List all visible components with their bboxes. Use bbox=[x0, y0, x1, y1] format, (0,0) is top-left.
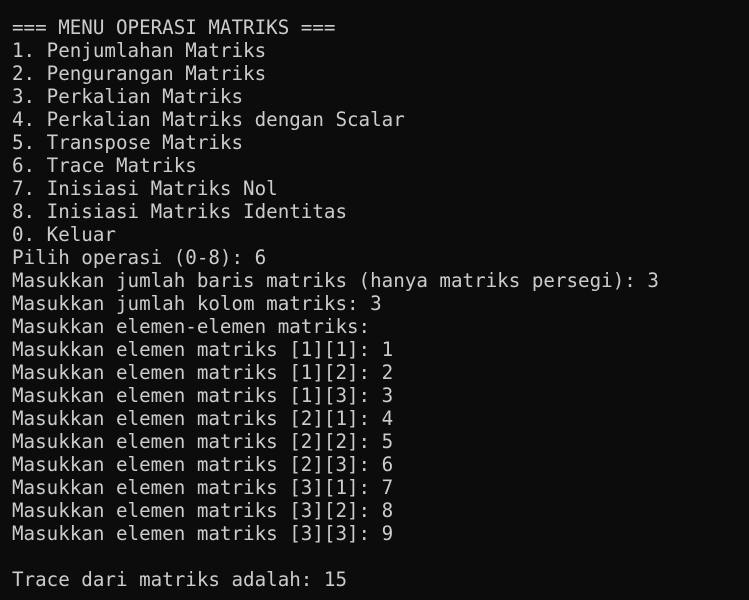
columns-prompt: Masukkan jumlah kolom matriks: 3 bbox=[12, 292, 382, 315]
menu-option-6: 6. Trace Matriks bbox=[12, 154, 197, 177]
element-prompt-2-1: Masukkan elemen matriks [2][1]: 4 bbox=[12, 407, 394, 430]
menu-option-1: 1. Penjumlahan Matriks bbox=[12, 39, 267, 62]
menu-option-0: 0. Keluar bbox=[12, 223, 116, 246]
element-prompt-1-3: Masukkan elemen matriks [1][3]: 3 bbox=[12, 384, 394, 407]
menu-option-4: 4. Perkalian Matriks dengan Scalar bbox=[12, 108, 405, 131]
trace-result: Trace dari matriks adalah: 15 bbox=[12, 568, 348, 591]
element-prompt-2-2: Masukkan elemen matriks [2][2]: 5 bbox=[12, 430, 394, 453]
element-prompt-1-2: Masukkan elemen matriks [1][2]: 2 bbox=[12, 361, 394, 384]
menu-option-7: 7. Inisiasi Matriks Nol bbox=[12, 177, 278, 200]
elements-header: Masukkan elemen-elemen matriks: bbox=[12, 315, 371, 338]
element-prompt-2-3: Masukkan elemen matriks [2][3]: 6 bbox=[12, 453, 394, 476]
menu-option-2: 2. Pengurangan Matriks bbox=[12, 62, 267, 85]
rows-prompt: Masukkan jumlah baris matriks (hanya mat… bbox=[12, 269, 659, 292]
menu-option-8: 8. Inisiasi Matriks Identitas bbox=[12, 200, 348, 223]
terminal-window[interactable]: === MENU OPERASI MATRIKS === 1. Penjumla… bbox=[0, 0, 749, 600]
menu-option-3: 3. Perkalian Matriks bbox=[12, 85, 244, 108]
element-prompt-1-1: Masukkan elemen matriks [1][1]: 1 bbox=[12, 338, 394, 361]
menu-header: === MENU OPERASI MATRIKS === bbox=[12, 16, 336, 39]
element-prompt-3-2: Masukkan elemen matriks [3][2]: 8 bbox=[12, 499, 394, 522]
element-prompt-3-1: Masukkan elemen matriks [3][1]: 7 bbox=[12, 476, 394, 499]
menu-option-5: 5. Transpose Matriks bbox=[12, 131, 244, 154]
element-prompt-3-3: Masukkan elemen matriks [3][3]: 9 bbox=[12, 522, 394, 545]
operation-choice-prompt: Pilih operasi (0-8): 6 bbox=[12, 246, 267, 269]
